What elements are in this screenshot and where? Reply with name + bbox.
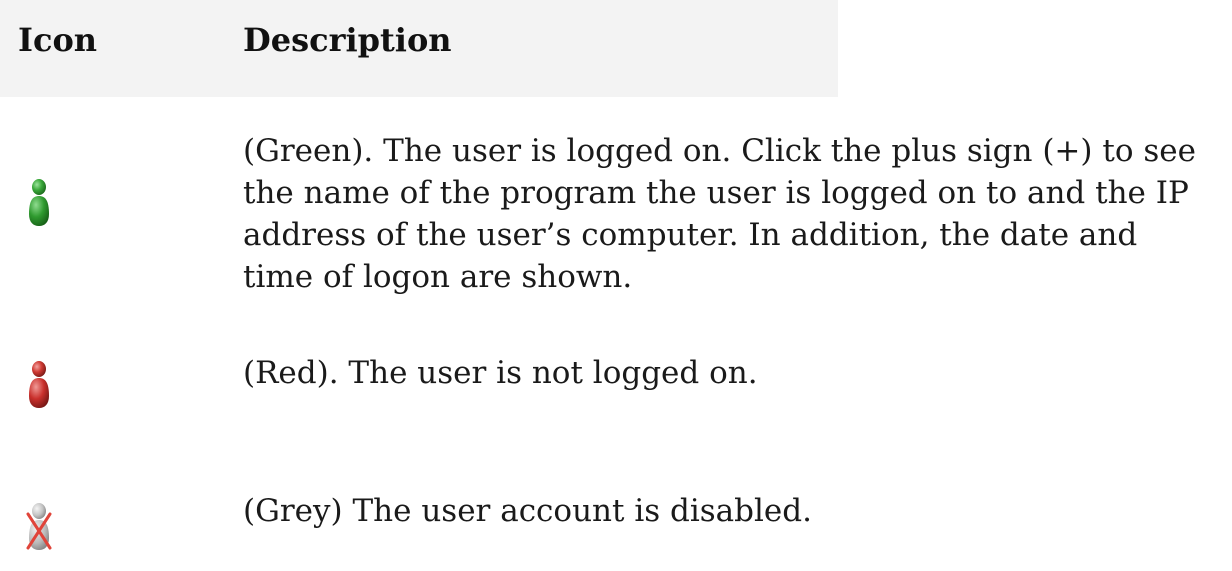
row-description: (Grey) The user account is disabled. bbox=[243, 490, 1218, 532]
table-row: (Grey) The user account is disabled. bbox=[0, 490, 1232, 560]
description-line: (Green). The user is logged on. Click th… bbox=[243, 133, 1196, 169]
icon-legend-page: Icon Description (Green). The user is lo… bbox=[0, 0, 1232, 571]
table-row: (Red). The user is not logged on. bbox=[0, 352, 1232, 412]
description-line: (Grey) The user account is disabled. bbox=[243, 493, 812, 529]
row-description: (Green). The user is logged on. Click th… bbox=[243, 130, 1218, 298]
description-line: time of logon are shown. bbox=[243, 259, 633, 295]
table-row: (Green). The user is logged on. Click th… bbox=[0, 130, 1232, 310]
table-header: Icon Description bbox=[0, 0, 838, 97]
user-red-icon bbox=[26, 358, 52, 410]
description-line: the name of the program the user is logg… bbox=[243, 175, 1189, 211]
user-green-icon bbox=[26, 176, 52, 228]
column-header-description: Description bbox=[243, 21, 452, 59]
row-description: (Red). The user is not logged on. bbox=[243, 352, 1218, 394]
user-grey-disabled-icon bbox=[26, 500, 52, 552]
description-line: address of the user’s computer. In addit… bbox=[243, 217, 1138, 253]
column-header-icon: Icon bbox=[18, 21, 98, 59]
description-line: (Red). The user is not logged on. bbox=[243, 355, 758, 391]
